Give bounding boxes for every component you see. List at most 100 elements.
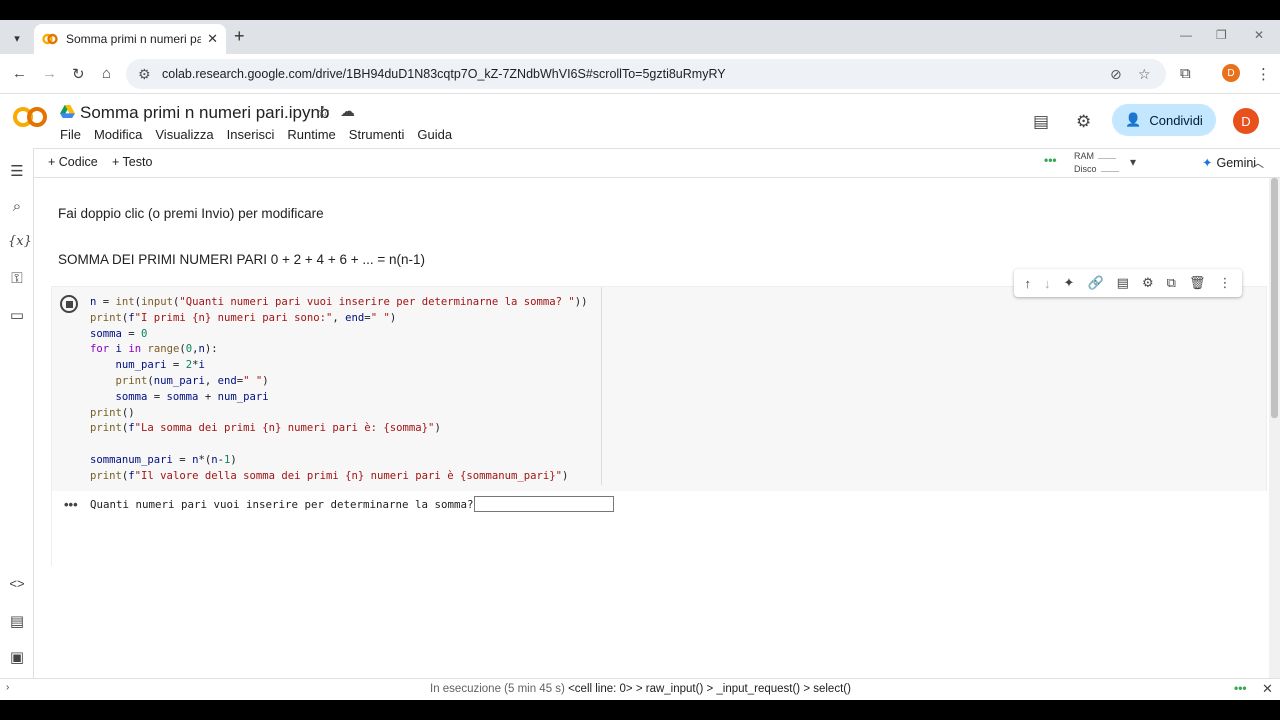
input-prompt: Quanti numeri pari vuoi inserire per det… (90, 498, 474, 511)
gemini-cell-icon[interactable]: ✦ (1064, 275, 1075, 291)
status-close-icon[interactable]: ✕ (1262, 681, 1273, 697)
share-button[interactable]: 👤 Condividi (1112, 104, 1216, 136)
secrets-key-icon[interactable]: ⚿ (8, 270, 26, 287)
move-down-icon[interactable]: ↓ (1044, 276, 1051, 291)
delete-icon[interactable]: 🗑 (1189, 275, 1206, 291)
comment-icon[interactable]: ▤ (1117, 275, 1129, 291)
code-editor[interactable]: n = int(input("Quanti numeri pari vuoi i… (84, 287, 602, 485)
code-line: for i in range(0,n): (90, 343, 218, 356)
table-of-contents-icon[interactable]: ☰ (8, 162, 26, 180)
terminal-icon[interactable]: ▣ (8, 648, 26, 666)
browser-profile-avatar[interactable]: D (1222, 64, 1240, 82)
person-add-icon: 👤 (1125, 112, 1142, 127)
code-cell[interactable]: n = int(input("Quanti numeri pari vuoi i… (51, 286, 1268, 567)
code-line: num_pari = 2*i (115, 359, 205, 372)
menu-bar: File Modifica Visualizza Inserisci Runti… (60, 127, 465, 142)
cell-toolbar: ↑ ↓ ✦ 🔗 ▤ ⚙ ⧉ 🗑 ⋮ (1014, 269, 1242, 297)
add-text-button[interactable]: + Testo (112, 155, 152, 169)
extensions-icon[interactable]: ⧉ (1180, 65, 1191, 82)
cell-settings-icon[interactable]: ⚙ (1142, 275, 1154, 291)
site-info-icon[interactable]: ⚙ (138, 66, 151, 83)
tab-strip: ▾ Somma primi n numeri pari.ipynb ✕ + — … (0, 20, 1280, 54)
code-text[interactable]: n = int(input("Quanti numeri pari vuoi i… (90, 295, 588, 485)
cloud-saved-icon: ☁ (340, 103, 355, 120)
markdown-formula[interactable]: SOMMA DEI PRIMI NUMERI PARI 0 + 2 + 4 + … (58, 252, 425, 267)
url-text: colab.research.google.com/drive/1BH94duD… (162, 67, 726, 81)
code-line: somma = somma + num_pari (115, 390, 269, 403)
scrollbar-thumb[interactable] (1271, 178, 1278, 418)
runtime-dropdown-icon[interactable]: ▾ (1130, 155, 1136, 169)
gemini-button[interactable]: ✦ Gemini (1202, 155, 1256, 170)
minimize-icon[interactable]: — (1180, 28, 1192, 42)
url-field[interactable]: ⚙ colab.research.google.com/drive/1BH94d… (126, 59, 1166, 89)
star-icon[interactable]: ☆ (316, 102, 330, 122)
colab-logo-icon[interactable] (12, 106, 48, 128)
close-window-icon[interactable]: ✕ (1254, 28, 1264, 42)
notebook-title[interactable]: Somma primi n numeri pari.ipynb (80, 103, 329, 123)
home-icon[interactable]: ⌂ (102, 65, 111, 82)
bookmark-star-icon[interactable]: ☆ (1138, 66, 1151, 83)
menu-guida[interactable]: Guida (417, 127, 452, 142)
stdin-input-field[interactable] (474, 496, 614, 512)
collapse-chevron-icon[interactable]: ︿ (1252, 154, 1264, 171)
google-drive-icon (60, 105, 75, 118)
forward-icon[interactable]: → (42, 65, 57, 82)
stop-icon (65, 300, 73, 308)
more-options-icon[interactable]: ⋮ (1218, 275, 1231, 291)
menu-visualizza[interactable]: Visualizza (155, 127, 213, 142)
files-folder-icon[interactable]: ▭ (8, 306, 26, 324)
running-time: In esecuzione (5 min 45 s) (430, 683, 565, 695)
status-expand-icon[interactable]: › (6, 682, 9, 693)
tab-search-icon[interactable]: ▾ (6, 27, 28, 49)
colab-favicon-icon (42, 33, 58, 45)
ram-label: RAM (1074, 151, 1094, 161)
code-snippets-icon[interactable]: <> (8, 576, 26, 591)
menu-inserisci[interactable]: Inserisci (227, 127, 275, 142)
main-scrollbar[interactable] (1269, 178, 1280, 678)
restore-icon[interactable]: ❐ (1216, 28, 1227, 42)
left-sidebar: ☰ ⌕ {x} ⚿ ▭ <> ▤ ▣ (0, 148, 34, 678)
mirror-cell-icon[interactable]: ⧉ (1167, 275, 1176, 291)
menu-runtime[interactable]: Runtime (287, 127, 335, 142)
browser-tab[interactable]: Somma primi n numeri pari.ipynb ✕ (34, 24, 226, 54)
tab-close-icon[interactable]: ✕ (207, 31, 218, 47)
menu-modifica[interactable]: Modifica (94, 127, 142, 142)
markdown-hint[interactable]: Fai doppio clic (o premi Invio) per modi… (58, 206, 324, 221)
search-icon[interactable]: ⌕ (8, 198, 26, 215)
code-line: sommanum_pari = n*(n-1) (90, 453, 237, 466)
output-menu-icon[interactable]: ••• (64, 497, 78, 512)
code-line: print(f"Il valore della somma dei primi … (90, 469, 569, 482)
account-avatar[interactable]: D (1233, 108, 1259, 134)
colab-header: Somma primi n numeri pari.ipynb ☆ ☁ File… (0, 94, 1280, 148)
back-icon[interactable]: ← (12, 65, 27, 82)
runtime-status-icon[interactable]: ••• (1044, 153, 1057, 167)
menu-strumenti[interactable]: Strumenti (349, 127, 405, 142)
link-icon[interactable]: 🔗 (1087, 275, 1103, 291)
variables-icon[interactable]: {x} (8, 234, 32, 249)
code-line: print(num_pari, end=" ") (115, 374, 269, 387)
code-line: n = int(input("Quanti numeri pari vuoi i… (90, 296, 588, 308)
browser-menu-icon[interactable]: ⋮ (1256, 65, 1271, 83)
settings-gear-icon[interactable]: ⚙ (1076, 112, 1091, 132)
status-bar: › In esecuzione (5 min 45 s) <cell line:… (0, 678, 1280, 700)
execution-status: In esecuzione (5 min 45 s) <cell line: 0… (430, 683, 851, 695)
code-line: print(f"La somma dei primi {n} numeri pa… (90, 422, 441, 435)
code-line: print() (90, 406, 135, 419)
new-tab-button[interactable]: + (234, 26, 245, 47)
code-line: somma = 0 (90, 327, 148, 340)
command-palette-icon[interactable]: ▤ (8, 612, 26, 630)
comments-icon[interactable]: ▤ (1033, 112, 1049, 132)
stop-execution-button[interactable] (60, 295, 78, 313)
gemini-label: Gemini (1216, 156, 1257, 170)
add-code-button[interactable]: + Codice (48, 155, 98, 169)
reload-icon[interactable]: ↻ (72, 65, 85, 83)
resource-monitor[interactable]: RAM Disco (1074, 150, 1119, 176)
notebook-toolbar: + Codice + Testo ••• RAM Disco ▾ ✦ Gemini… (34, 148, 1280, 178)
menu-file[interactable]: File (60, 127, 81, 142)
share-label: Condividi (1149, 112, 1203, 128)
move-up-icon[interactable]: ↑ (1025, 276, 1032, 291)
tracking-eye-icon[interactable]: ⊘ (1110, 66, 1122, 83)
code-line: print(f"I primi {n} numeri pari sono:", … (90, 311, 397, 324)
status-dots-icon[interactable]: ••• (1234, 681, 1247, 695)
cell-output: ••• Quanti numeri pari vuoi inserire per… (52, 491, 1268, 567)
